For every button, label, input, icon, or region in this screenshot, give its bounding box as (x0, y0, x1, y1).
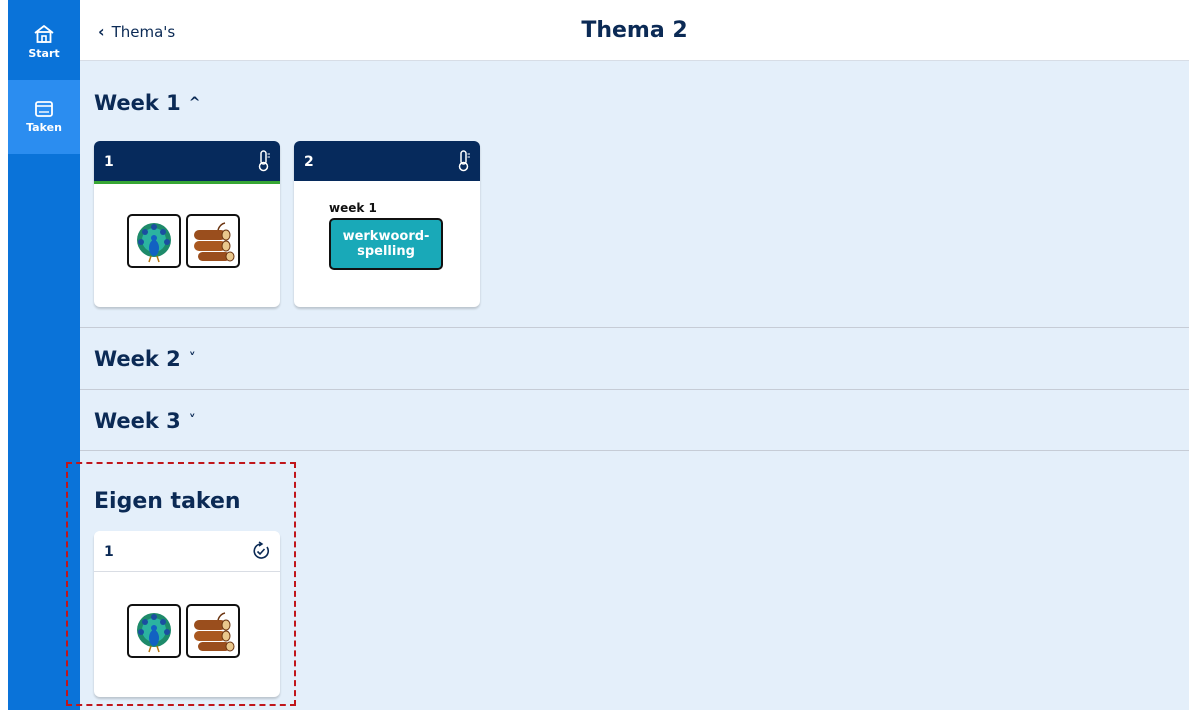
own-task-card-1[interactable]: 1 (94, 531, 280, 697)
home-icon (34, 25, 54, 43)
divider (80, 450, 1189, 451)
thermometer-icon (458, 150, 470, 172)
logs-icon (186, 604, 240, 658)
subject-chip-label: werkwoord- spelling (342, 229, 430, 259)
subject-chip: werkwoord- spelling (329, 218, 443, 270)
week-tag: week 1 (329, 201, 377, 215)
sidebar-item-start[interactable]: Start (8, 14, 80, 70)
peacock-icon (127, 214, 181, 268)
main-content: Week 1 ^ 1 2 week 1 werkwoord- spelling … (80, 61, 1189, 710)
window-icon (35, 101, 53, 117)
task-card-body (94, 572, 280, 695)
top-bar: ‹ Thema's Thema 2 (80, 0, 1189, 61)
page-title: Thema 2 (581, 18, 688, 43)
sidebar-item-label: Taken (26, 121, 62, 134)
sidebar: Start Taken (8, 0, 80, 710)
peacock-icon (127, 604, 181, 658)
task-number: 1 (104, 544, 114, 560)
week-label: Week 3 (94, 409, 181, 433)
task-card-header: 1 (94, 531, 280, 572)
task-number: 2 (304, 154, 314, 170)
task-card-2[interactable]: 2 week 1 werkwoord- spelling (294, 141, 480, 307)
task-number: 1 (104, 154, 114, 170)
pictogram-row (127, 214, 240, 268)
divider (80, 389, 1189, 390)
task-card-header: 1 (94, 141, 280, 184)
week-3-header[interactable]: Week 3 ˅ (94, 409, 196, 433)
logs-icon (186, 214, 240, 268)
thermometer-icon (258, 150, 270, 172)
week-2-header[interactable]: Week 2 ˅ (94, 347, 196, 371)
task-card-body (94, 184, 280, 307)
sidebar-item-taken[interactable]: Taken (8, 80, 80, 154)
pictogram-row (127, 604, 240, 658)
task-card-header: 2 (294, 141, 480, 181)
chevron-down-icon: ˅ (188, 351, 196, 367)
task-card-1[interactable]: 1 (94, 141, 280, 307)
task-card-body: week 1 werkwoord- spelling (294, 181, 480, 304)
eigen-taken-title: Eigen taken (94, 489, 241, 514)
chevron-up-icon: ^ (188, 95, 201, 111)
refresh-check-icon (253, 541, 270, 559)
week-1-header[interactable]: Week 1 ^ (94, 91, 201, 115)
sidebar-item-label: Start (28, 47, 60, 60)
divider (80, 327, 1189, 328)
week-label: Week 2 (94, 347, 181, 371)
chevron-down-icon: ˅ (188, 413, 196, 429)
week-label: Week 1 (94, 91, 181, 115)
